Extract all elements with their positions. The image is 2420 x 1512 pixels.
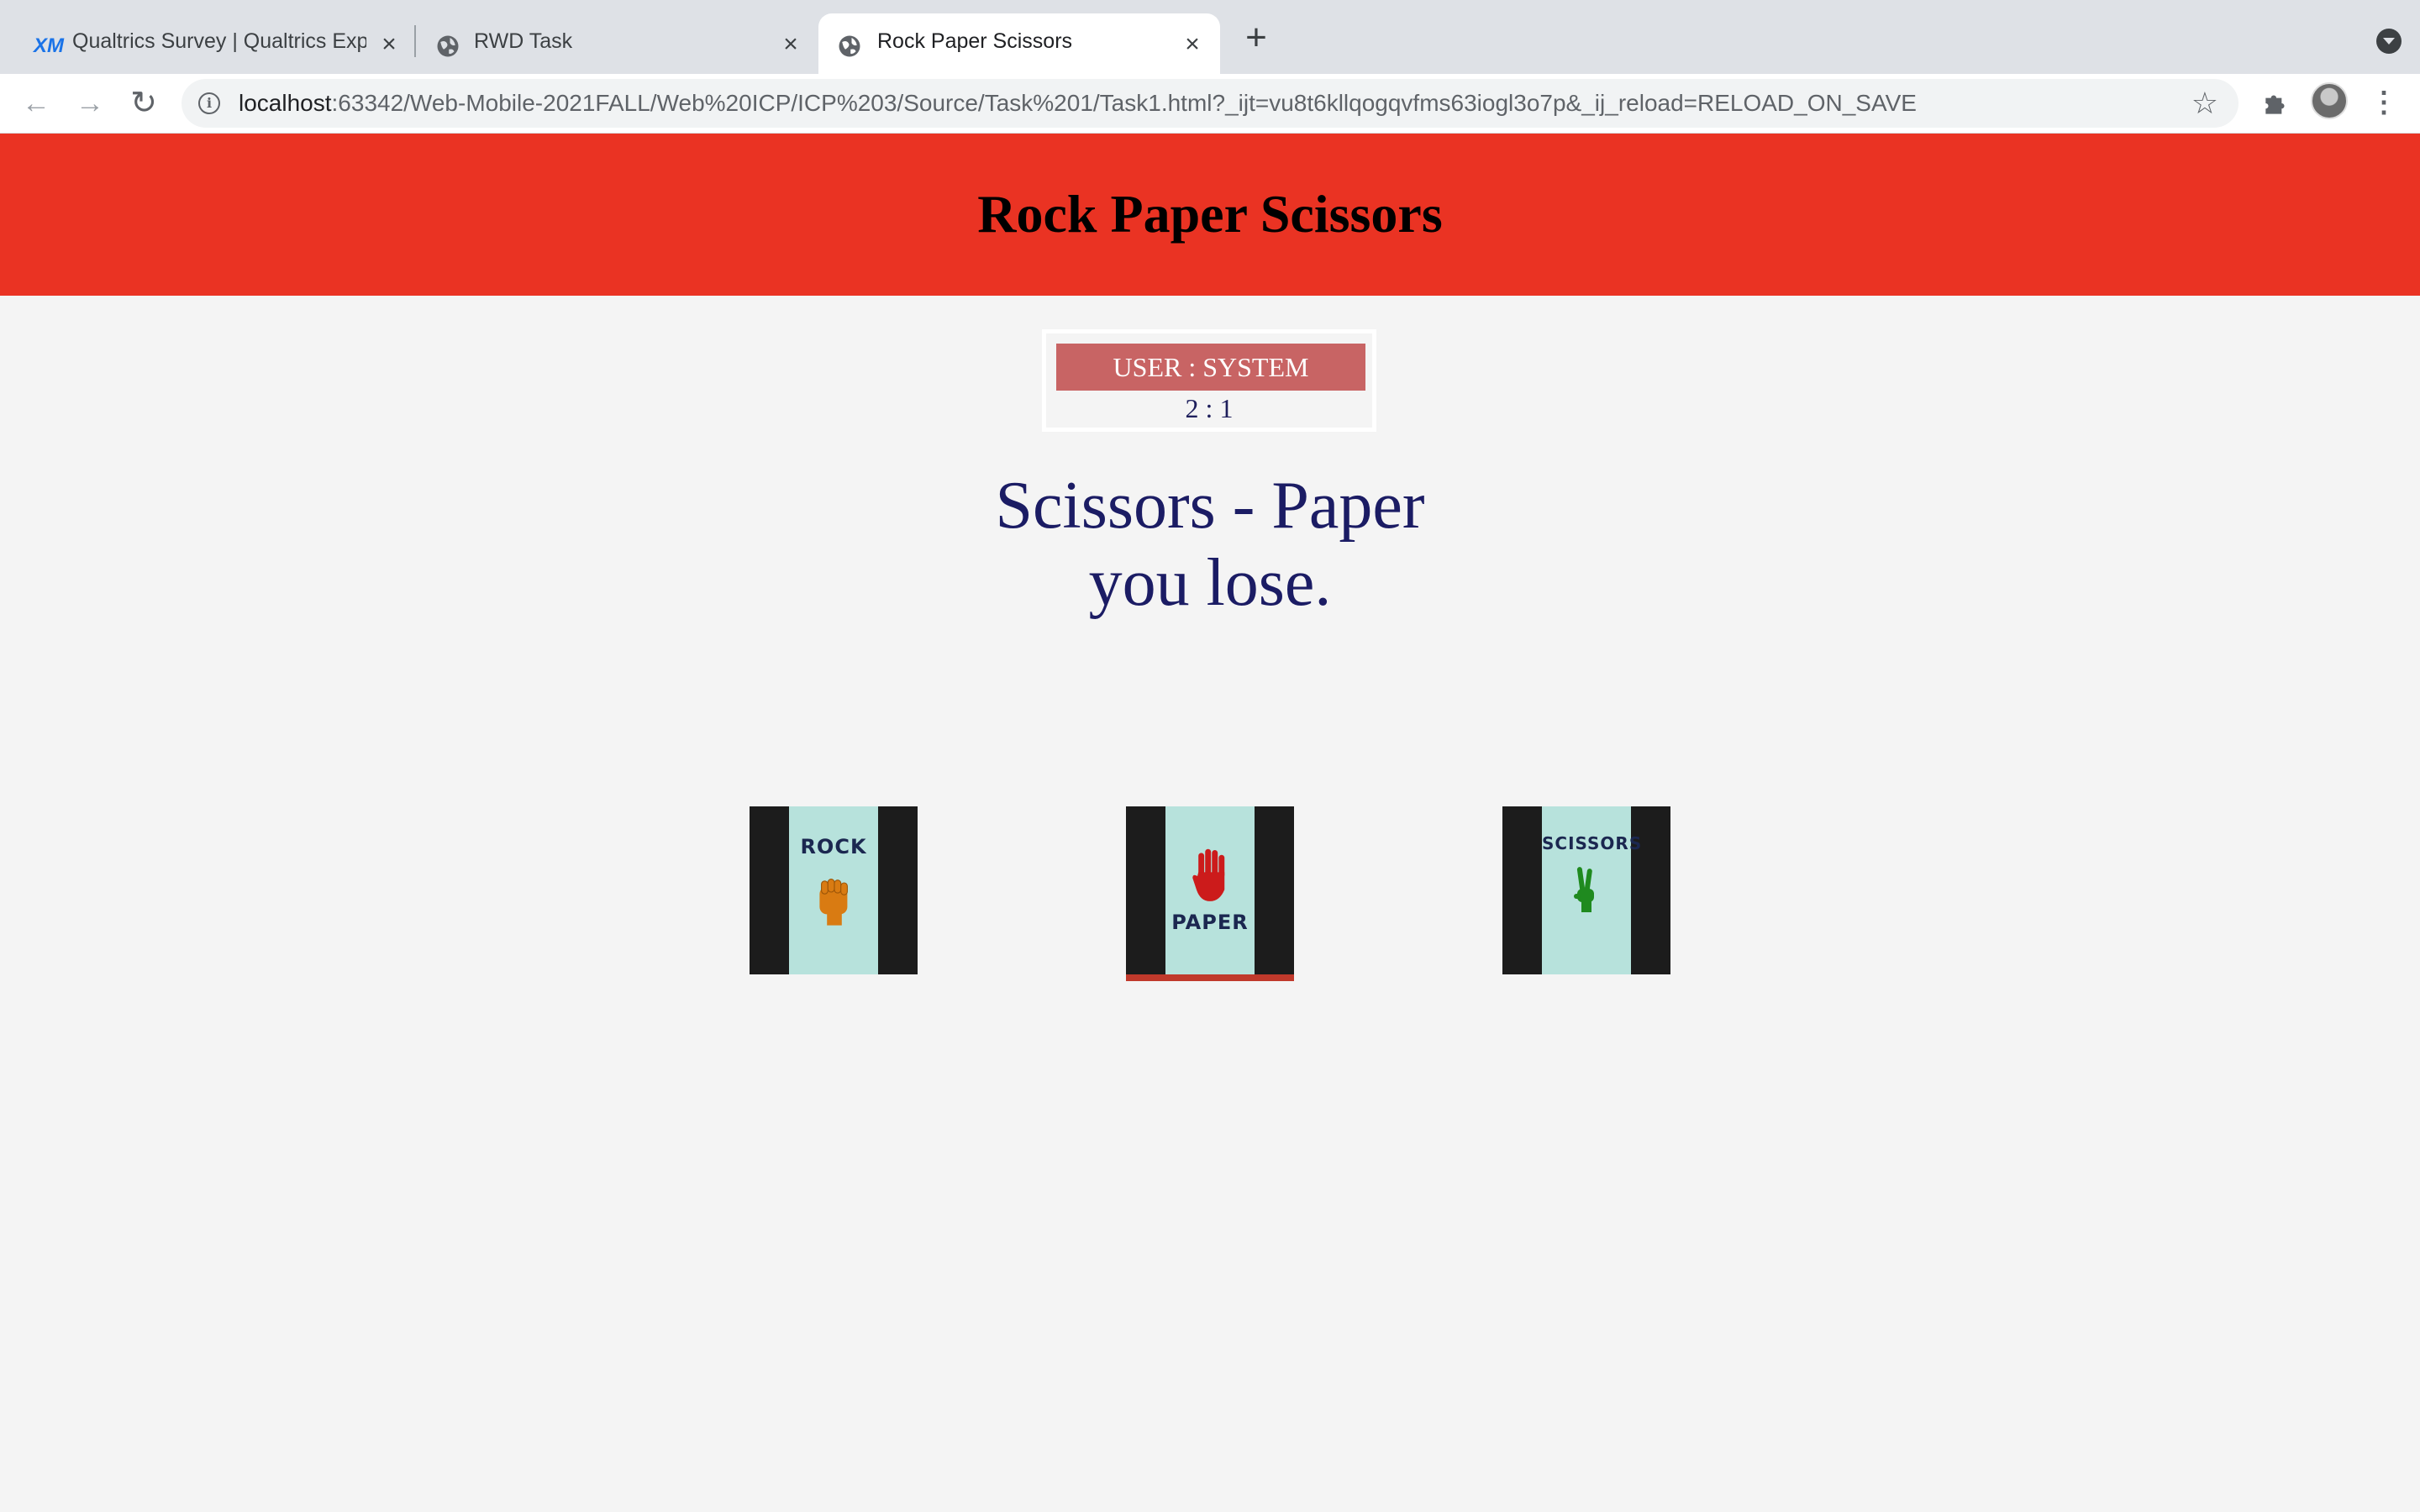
close-tab-icon[interactable]: × xyxy=(1180,32,1205,57)
reload-icon[interactable]: ↻ xyxy=(128,87,160,119)
address-bar[interactable]: i localhost:63342/Web-Mobile-2021FALL/We… xyxy=(182,79,2238,128)
score-value: 2 : 1 xyxy=(1185,393,1234,423)
forward-arrow-icon[interactable]: → xyxy=(74,87,106,119)
browser-tab-strip: XM Qualtrics Survey | Qualtrics Exp × RW… xyxy=(0,0,2420,74)
paper-choice-button[interactable]: PAPER xyxy=(1126,806,1294,981)
browser-toolbar: ← → ↻ i localhost:63342/Web-Mobile-2021F… xyxy=(0,74,2420,134)
scissors-card: SCISSORS xyxy=(1542,806,1643,974)
page-header: Rock Paper Scissors xyxy=(0,134,2420,296)
back-arrow-icon[interactable]: ← xyxy=(20,87,52,119)
profile-avatar[interactable] xyxy=(2311,82,2348,119)
result-matchup: Scissors - Paper xyxy=(995,469,1425,543)
scoreboard: USER : SYSTEM 2 : 1 xyxy=(1042,329,1376,432)
paper-label: PAPER xyxy=(1171,911,1249,934)
close-tab-icon[interactable]: × xyxy=(376,32,402,57)
page-title: Rock Paper Scissors xyxy=(977,184,1443,244)
tab-separator xyxy=(414,25,416,57)
url-text[interactable]: localhost:63342/Web-Mobile-2021FALL/Web%… xyxy=(239,79,1917,128)
tab-rock-paper-scissors[interactable]: Rock Paper Scissors × xyxy=(818,13,1220,74)
qualtrics-xm-icon: XM xyxy=(34,34,64,57)
scissors-label: SCISSORS xyxy=(1542,833,1643,853)
rock-choice-button[interactable]: ROCK xyxy=(750,806,918,974)
tab-qualtrics-survey[interactable]: XM Qualtrics Survey | Qualtrics Exp × xyxy=(0,13,412,74)
globe-icon xyxy=(839,35,860,57)
browser-menu-icon[interactable]: ⋮ xyxy=(2370,86,2398,119)
fist-icon xyxy=(819,879,848,926)
tab-title: Qualtrics Survey | Qualtrics Exp xyxy=(72,29,366,53)
url-path: :63342/Web-Mobile-2021FALL/Web%20ICP/ICP… xyxy=(331,90,1917,116)
scissors-choice-button[interactable]: SCISSORS xyxy=(1502,806,1670,974)
tab-rwd-task[interactable]: RWD Task × xyxy=(418,13,817,74)
tab-title: RWD Task xyxy=(474,29,573,53)
close-tab-icon[interactable]: × xyxy=(778,32,803,57)
result-outcome: you lose. xyxy=(1088,546,1332,620)
score-label: USER : SYSTEM xyxy=(1056,344,1365,391)
new-tab-plus-icon[interactable]: + xyxy=(1242,19,1270,56)
tab-title: Rock Paper Scissors xyxy=(877,29,1073,53)
rock-label: ROCK xyxy=(800,835,867,858)
url-host: localhost xyxy=(239,90,332,116)
tab-search-dropdown-icon[interactable] xyxy=(2376,29,2402,54)
paper-card: PAPER xyxy=(1165,806,1255,974)
open-hand-icon xyxy=(1192,848,1225,901)
peace-hand-icon xyxy=(1574,867,1594,912)
rock-card: ROCK xyxy=(789,806,878,974)
site-info-icon[interactable]: i xyxy=(198,92,220,114)
extensions-puzzle-icon[interactable] xyxy=(2260,87,2292,119)
bookmark-star-icon[interactable]: ☆ xyxy=(2191,87,2218,119)
globe-icon xyxy=(437,35,459,57)
